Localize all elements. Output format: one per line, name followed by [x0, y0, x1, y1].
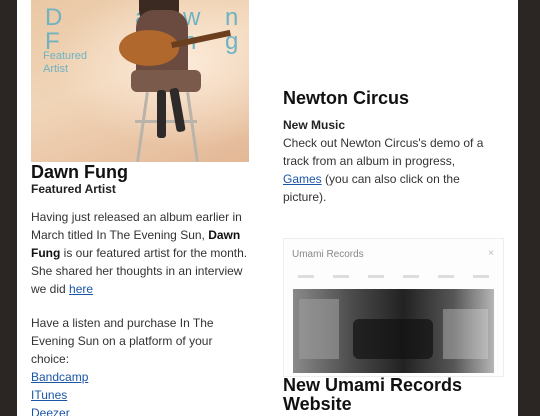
listen-text: Have a listen and purchase In The Evenin… — [31, 316, 214, 366]
photo-caption: Featured Artist — [43, 50, 88, 75]
newton-title: Newton Circus — [283, 88, 410, 108]
nav-placeholder — [438, 275, 454, 278]
nav-placeholder — [473, 275, 489, 278]
nav-placeholder — [333, 275, 349, 278]
deezer-link[interactable]: Deezer — [31, 404, 251, 416]
umami-website-screenshot[interactable]: Umami Records × — [283, 238, 504, 377]
interview-link[interactable]: here — [69, 282, 93, 296]
nav-placeholder — [298, 275, 314, 278]
artist-figure-leg — [157, 90, 166, 138]
newton-text: Check out Newton Circus's demo of a trac… — [283, 134, 497, 206]
newsletter-page: D a w n F u n g Featured Artist Dawn Fun… — [17, 0, 518, 416]
photo-shape — [299, 299, 339, 359]
nav-placeholder — [368, 275, 384, 278]
newton-subtitle: New Music — [283, 118, 346, 132]
photo-shape — [353, 319, 433, 359]
umami-nav — [298, 272, 489, 280]
artist-figure-skirt — [131, 70, 201, 92]
games-link[interactable]: Games — [283, 172, 322, 186]
newton-text-1: Check out Newton Circus's demo of a trac… — [283, 136, 484, 168]
guitar-shape — [119, 30, 179, 66]
artist-subtitle: Featured Artist — [31, 182, 116, 196]
bandcamp-link[interactable]: Bandcamp — [31, 368, 251, 386]
stool-rung — [135, 120, 197, 123]
umami-brand: Umami Records — [292, 249, 364, 260]
platforms-block: Have a listen and purchase In The Evenin… — [31, 314, 251, 416]
umami-studio-photo — [293, 289, 494, 373]
artist-intro-text-2: is our featured artist for the month. Sh… — [31, 246, 248, 296]
artist-name: Dawn Fung — [31, 162, 128, 182]
itunes-link[interactable]: ITunes — [31, 386, 251, 404]
umami-title: New Umami Records Website — [283, 375, 463, 414]
nav-placeholder — [403, 275, 419, 278]
artist-photo[interactable]: D a w n F u n g Featured Artist — [31, 0, 249, 162]
artist-intro: Having just released an album earlier in… — [31, 208, 251, 298]
photo-shape — [443, 309, 488, 359]
close-icon: × — [488, 248, 494, 259]
